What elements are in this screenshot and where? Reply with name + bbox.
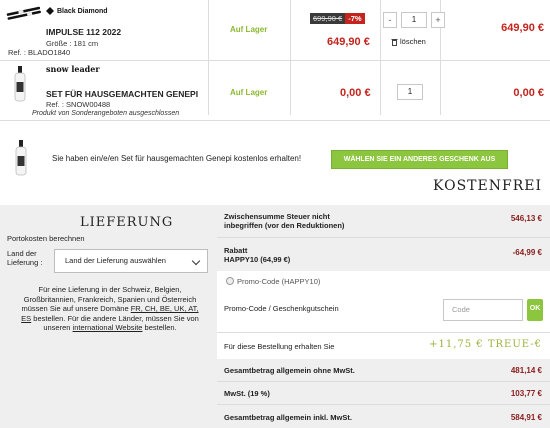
product-note: Produkt von Sonderangeboten ausgeschloss… bbox=[32, 110, 180, 117]
discount-label: Rabatt HAPPY10 (64,99 €) bbox=[224, 246, 291, 264]
loyalty-value: +11,75 € TREUE-€ bbox=[429, 339, 542, 350]
line-total: 649,90 € bbox=[501, 22, 544, 34]
subtotal-value: 546,13 € bbox=[510, 214, 542, 223]
discount-row: Rabatt HAPPY10 (64,99 €) -64,99 € bbox=[217, 238, 550, 271]
applied-promo: Promo-Code (HAPPY10) bbox=[217, 273, 550, 289]
country-select[interactable]: Land der Lieferung auswählen bbox=[54, 249, 208, 273]
stock-status: Auf Lager bbox=[230, 25, 268, 34]
delivery-info: Für eine Lieferung in der Schweiz, Belgi… bbox=[21, 285, 199, 332]
total-incl-value: 584,91 € bbox=[510, 413, 542, 422]
country-label: Land der Lieferung : bbox=[7, 249, 43, 267]
subtotal-row: Zwischensumme Steuer nicht inbegriffen (… bbox=[217, 205, 550, 237]
unit-price: 649,90 € bbox=[327, 36, 370, 48]
chevron-down-icon bbox=[191, 256, 201, 266]
domain-links[interactable]: FR, CH, BE, UK, AT, bbox=[131, 304, 199, 313]
unit-price: 0,00 € bbox=[340, 87, 371, 99]
discount-value: -64,99 € bbox=[512, 248, 542, 257]
brand-logo: snow leader bbox=[46, 64, 100, 74]
discount-badge: -7% bbox=[345, 13, 365, 24]
country-select-value: Land der Lieferung auswählen bbox=[65, 256, 166, 265]
row-divider bbox=[0, 60, 550, 61]
line-total: 0,00 € bbox=[513, 87, 544, 99]
decrease-button[interactable]: - bbox=[383, 12, 397, 28]
product-name[interactable]: IMPULSE 112 2022 bbox=[46, 27, 121, 37]
remove-link[interactable]: löschen bbox=[391, 37, 426, 46]
product-ref: Ref. : SNOW00488 bbox=[46, 100, 111, 109]
price-badges: 699,90 € -7% bbox=[310, 13, 365, 24]
quantity-stepper: 1 bbox=[383, 84, 427, 100]
table-divider bbox=[380, 0, 381, 115]
promo-code-input[interactable]: Code bbox=[443, 299, 523, 321]
ski-product-image[interactable] bbox=[5, 3, 43, 25]
quantity-input[interactable]: 1 bbox=[397, 84, 423, 100]
total-incl-label: Gesamtbetrag allgemein inkl. MwSt. bbox=[224, 413, 352, 422]
vat-row: MwSt. (19 %) 103,77 € bbox=[217, 382, 550, 404]
gift-message: Sie haben ein/e/en Set für hausgemachten… bbox=[52, 154, 302, 163]
product-ref: Ref. : BLADO1840 bbox=[8, 48, 71, 57]
total-excl-label: Gesamtbetrag allgemein ohne MwSt. bbox=[224, 366, 355, 375]
subtotal-label: Zwischensumme Steuer nicht inbegriffen (… bbox=[224, 212, 345, 230]
total-excl-row: Gesamtbetrag allgemein ohne MwSt. 481,14… bbox=[217, 359, 550, 381]
promo-label: Promo-Code / Geschenkgutschein bbox=[224, 304, 339, 313]
total-excl-value: 481,14 € bbox=[510, 366, 542, 375]
remove-label: löschen bbox=[400, 37, 426, 46]
loyalty-row: Für diese Bestellung erhalten Sie +11,75… bbox=[217, 333, 550, 359]
promo-row: Promo-Code / Geschenkgutschein Code OK bbox=[217, 289, 550, 331]
increase-button[interactable]: + bbox=[431, 12, 445, 28]
brand-logo: Black Diamond bbox=[46, 7, 108, 15]
apply-promo-button[interactable]: OK bbox=[527, 299, 543, 321]
old-price: 699,90 € bbox=[310, 13, 346, 24]
stock-status: Auf Lager bbox=[230, 88, 268, 97]
promo-applied-label: Promo-Code (HAPPY10) bbox=[237, 277, 321, 286]
free-label: KOSTENFREI bbox=[433, 178, 542, 194]
choose-other-gift-button[interactable]: WÄHLEN SIE EIN ANDERES GESCHENK AUS bbox=[331, 150, 508, 169]
genepi-bottle-image[interactable] bbox=[13, 66, 27, 102]
shipping-costs-label: Portokosten berechnen bbox=[7, 234, 85, 243]
brand-name: Black Diamond bbox=[57, 7, 108, 15]
vat-label: MwSt. (19 %) bbox=[224, 389, 270, 398]
delivery-title: LIEFERUNG bbox=[80, 215, 174, 230]
diamond-icon bbox=[46, 7, 54, 15]
row-divider bbox=[0, 120, 550, 121]
gift-bottle-image bbox=[15, 140, 27, 176]
order-summary: Zwischensumme Steuer nicht inbegriffen (… bbox=[217, 205, 550, 428]
remove-promo-icon[interactable] bbox=[226, 277, 234, 285]
brand-name: snow leader bbox=[46, 64, 100, 74]
product-name[interactable]: SET FÜR HAUSGEMACHTEN GENEPI bbox=[46, 89, 198, 99]
quantity-input[interactable]: 1 bbox=[401, 12, 427, 28]
loyalty-label: Für diese Bestellung erhalten Sie bbox=[224, 342, 335, 351]
table-divider bbox=[208, 0, 209, 115]
trash-icon bbox=[391, 38, 398, 46]
international-website-link[interactable]: international Website bbox=[73, 323, 143, 332]
vat-value: 103,77 € bbox=[510, 389, 542, 398]
product-size: Größe : 181 cm bbox=[46, 39, 99, 48]
domain-link-es[interactable]: ES bbox=[21, 314, 31, 323]
total-incl-row: Gesamtbetrag allgemein inkl. MwSt. 584,9… bbox=[217, 405, 550, 428]
table-divider bbox=[290, 0, 291, 115]
quantity-stepper: - 1 + bbox=[383, 12, 445, 28]
